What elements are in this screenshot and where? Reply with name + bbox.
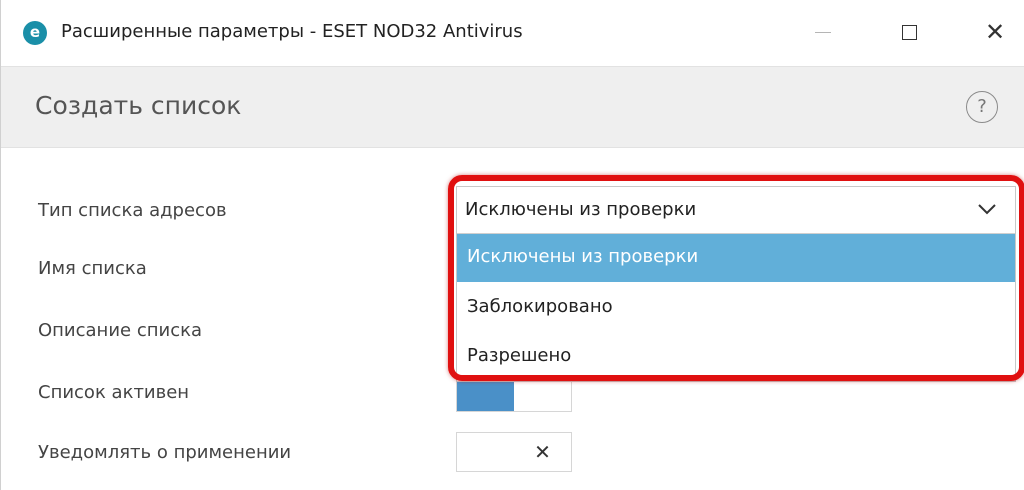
list-name-label: Имя списка [38, 258, 147, 279]
dropdown-option-allowed[interactable]: Разрешено [457, 333, 1015, 381]
option-label: Заблокировано [467, 296, 613, 317]
maximize-button[interactable] [887, 10, 931, 54]
toggle-off-icon: ✕ [534, 440, 551, 464]
minimize-button[interactable] [801, 10, 845, 54]
dropdown-selected-value: Исключены из проверки [465, 199, 697, 220]
eset-logo-icon: e [23, 21, 47, 45]
notify-label: Уведомлять о применении [38, 442, 292, 463]
window-title: Расширенные параметры - ESET NOD32 Antiv… [61, 21, 523, 42]
option-label: Исключены из проверки [467, 246, 699, 267]
notify-toggle[interactable]: ✕ [456, 432, 572, 472]
option-label: Разрешено [467, 345, 572, 366]
list-type-label: Тип списка адресов [38, 200, 227, 221]
page-title: Создать список [35, 91, 242, 120]
title-bar: e Расширенные параметры - ESET NOD32 Ant… [1, 0, 1024, 66]
minimize-icon [815, 31, 831, 33]
dropdown-option-excluded[interactable]: Исключены из проверки [457, 234, 1015, 282]
list-active-label: Список активен [38, 382, 190, 403]
page-header: Создать список ? [1, 66, 1024, 148]
close-icon: ✕ [984, 18, 1006, 46]
list-description-label: Описание списка [38, 320, 202, 341]
help-icon: ? [977, 96, 987, 117]
toggle-on-segment [457, 433, 514, 471]
chevron-down-icon [978, 204, 996, 215]
list-type-dropdown[interactable]: Исключены из проверки Исключены из прове… [456, 186, 1016, 382]
close-button[interactable]: ✕ [973, 10, 1017, 54]
maximize-icon [901, 24, 917, 40]
help-button[interactable]: ? [966, 91, 998, 123]
settings-window: e Расширенные параметры - ESET NOD32 Ant… [0, 0, 1024, 490]
dropdown-selected-field[interactable]: Исключены из проверки [457, 187, 1015, 234]
toggle-off-segment: ✕ [514, 433, 571, 471]
dropdown-option-blocked[interactable]: Заблокировано [457, 284, 1015, 332]
